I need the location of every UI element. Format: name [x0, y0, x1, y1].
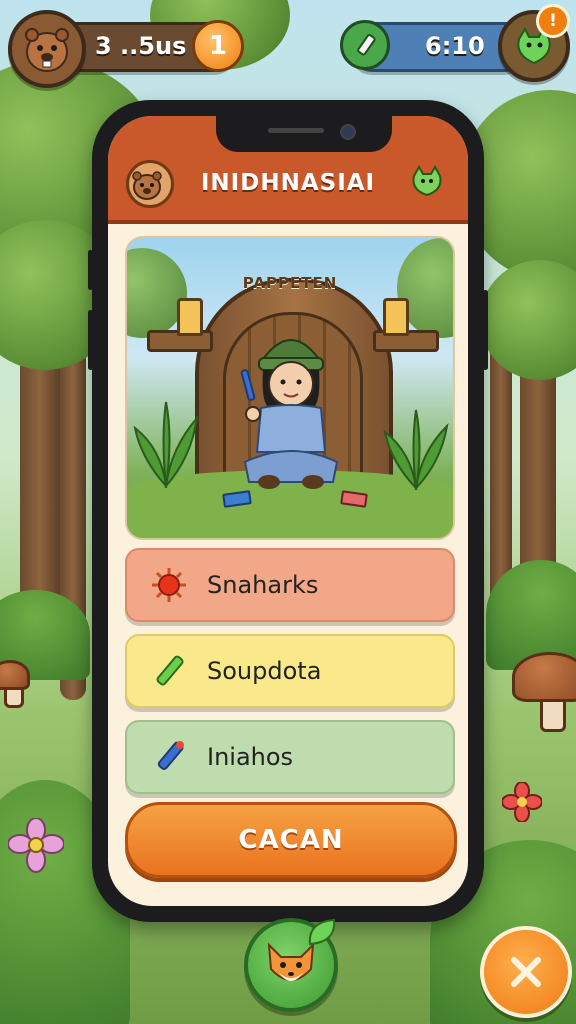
child-character: [240, 339, 339, 489]
player-avatar[interactable]: [8, 10, 86, 88]
player-value: 3 ..5us: [95, 32, 187, 60]
option-button-3[interactable]: Iniahos: [125, 720, 455, 794]
scene-sign: PAPPETEN: [242, 274, 338, 292]
plant-icon: [383, 409, 449, 490]
scene-illustration: PAPPETEN: [125, 236, 455, 540]
flower-icon: [8, 818, 64, 873]
cancel-button[interactable]: CACAN: [125, 802, 457, 878]
close-button[interactable]: [480, 926, 572, 1018]
pencil-icon: [156, 655, 184, 686]
phone-frame: INIDHNASIAI PAPPETEN Snaharks Soupdota I…: [88, 100, 488, 922]
option-label-2: Soupdota: [207, 657, 322, 685]
option-button-1[interactable]: Snaharks: [125, 548, 455, 622]
pencil-icon: [357, 34, 376, 56]
option-label-1: Snaharks: [207, 571, 319, 599]
beaver-avatar-icon: [25, 28, 69, 72]
phone-notch: [216, 116, 392, 152]
notification-badge: !: [536, 4, 570, 38]
coin-counter[interactable]: 1: [192, 20, 244, 72]
lantern-icon: [383, 298, 409, 336]
flower-icon: [502, 782, 542, 822]
option-label-3: Iniahos: [207, 743, 294, 771]
lantern-icon: [177, 298, 203, 336]
fox-avatar-button[interactable]: [244, 918, 338, 1012]
close-icon: [511, 957, 541, 987]
leaf-icon: [308, 918, 336, 946]
phone-screen: INIDHNASIAI PAPPETEN Snaharks Soupdota I…: [108, 116, 468, 906]
timer-icon-button[interactable]: [340, 20, 390, 70]
sun-icon: [152, 568, 186, 602]
timer-text: 6:10: [425, 32, 485, 60]
green-monster-icon[interactable]: [410, 164, 444, 196]
option-button-2[interactable]: Soupdota: [125, 634, 455, 708]
plant-icon: [133, 401, 199, 488]
crayon-icon: [157, 741, 184, 770]
